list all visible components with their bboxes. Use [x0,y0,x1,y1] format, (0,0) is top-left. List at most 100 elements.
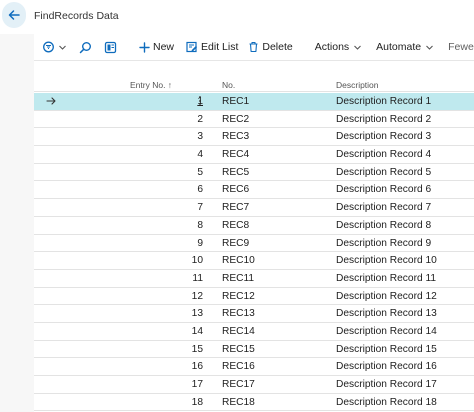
table-row[interactable]: 12 REC12 Description Record 12 [34,288,474,306]
no-cell: REC10 [222,255,255,267]
no-cell: REC14 [222,325,255,337]
entry-no-cell: 3 [197,131,203,143]
entry-no-cell: 5 [197,166,203,178]
table-row[interactable]: 1 REC1 Description Record 1 [34,93,474,111]
toolbar-divider [34,60,474,61]
description-cell: Description Record 3 [336,131,432,143]
no-cell: REC4 [222,149,250,161]
description-cell: Description Record 6 [336,184,432,196]
description-cell: Description Record 9 [336,237,432,249]
no-cell: REC11 [222,272,255,284]
description-cell: Description Record 13 [336,308,437,320]
search-icon [79,41,91,53]
table-row[interactable]: 10 REC10 Description Record 10 [34,252,474,270]
description-cell: Description Record 1 [336,96,432,107]
entry-no-cell: 16 [191,361,203,373]
description-cell: Description Record 17 [336,379,437,390]
automate-menu[interactable]: Automate [372,36,438,58]
no-cell: REC16 [222,361,255,373]
no-cell: REC7 [222,202,250,214]
no-cell: REC12 [222,290,255,302]
header-divider [34,91,474,92]
table-row[interactable]: 15 REC15 Description Record 15 [34,341,474,359]
table-row[interactable]: 9 REC9 Description Record 9 [34,235,474,253]
table-row[interactable]: 17 REC17 Description Record 17 [34,376,474,394]
back-arrow-icon [8,10,20,20]
chevron-down-icon [426,45,434,50]
description-cell: Description Record 11 [336,272,437,284]
automate-label: Automate [376,41,422,53]
entry-no-cell: 8 [197,219,203,231]
actions-label: Actions [314,41,350,53]
description-cell: Description Record 5 [336,166,432,178]
new-button-label: New [153,41,175,53]
entry-no-cell: 4 [197,149,203,161]
description-cell: Description Record 16 [336,361,437,373]
page-title: FindRecords Data [34,10,119,22]
table-row[interactable]: 4 REC4 Description Record 4 [34,146,474,164]
fewer-options-label: Fewer options [448,41,474,53]
no-cell: REC13 [222,308,255,320]
entry-no-cell: 15 [191,343,203,355]
table-row[interactable]: 5 REC5 Description Record 5 [34,164,474,182]
table-row[interactable]: 11 REC11 Description Record 11 [34,270,474,288]
column-header-entry-no[interactable]: Entry No. ↑ [130,80,172,90]
table-row[interactable]: 16 REC16 Description Record 16 [34,358,474,376]
no-cell: REC5 [222,166,250,178]
description-cell: Description Record 10 [336,255,437,267]
new-button[interactable]: New [135,36,178,58]
description-cell: Description Record 4 [336,149,432,161]
no-cell: REC18 [222,396,255,408]
entry-no-cell: 6 [197,184,203,196]
entry-no-cell: 9 [197,237,203,249]
plus-icon [139,41,150,53]
back-button[interactable] [2,2,26,28]
no-cell: REC8 [222,219,250,231]
layout-button[interactable] [100,36,121,58]
column-header-no[interactable]: No. [222,80,235,90]
no-cell: REC2 [222,113,250,125]
no-cell: REC9 [222,237,250,249]
entry-no-cell[interactable]: 1 [197,96,203,107]
table-row[interactable]: 2 REC2 Description Record 2 [34,111,474,129]
chevron-down-icon [59,45,66,50]
action-bar: New Edit List Delete Actions Automate Fe… [34,36,474,58]
entry-no-cell: 2 [197,113,203,125]
description-cell: Description Record 14 [336,325,437,337]
table-row[interactable]: 13 REC13 Description Record 13 [34,305,474,323]
edit-list-icon [186,41,198,53]
description-cell: Description Record 2 [336,113,432,125]
edit-list-button[interactable]: Edit List [182,36,242,58]
layout-icon [104,41,117,53]
actions-menu[interactable]: Actions [311,36,366,58]
entry-no-cell: 14 [191,325,203,337]
description-cell: Description Record 7 [336,202,432,214]
table-row[interactable]: 14 REC14 Description Record 14 [34,323,474,341]
entry-no-cell: 7 [197,202,203,214]
description-cell: Description Record 15 [336,343,437,355]
chevron-down-icon [354,45,362,50]
no-cell: REC3 [222,131,250,143]
filter-icon [43,41,54,53]
table-row[interactable]: 7 REC7 Description Record 7 [34,199,474,217]
search-button[interactable] [75,36,96,58]
table-row[interactable]: 6 REC6 Description Record 6 [34,181,474,200]
column-header-description[interactable]: Description [336,80,379,90]
table-row[interactable]: 3 REC3 Description Record 3 [34,128,474,147]
table-row[interactable]: 8 REC8 Description Record 8 [34,217,474,235]
row-arrow-icon [46,96,57,109]
no-cell: REC1 [222,96,250,107]
fewer-options-button[interactable]: Fewer options [444,36,474,58]
description-cell: Description Record 12 [336,290,437,302]
table-row[interactable]: 18 REC18 Description Record 18 [34,394,474,412]
entry-no-cell: 13 [191,308,203,320]
description-cell: Description Record 8 [336,219,432,231]
entry-no-cell: 18 [191,396,203,408]
records-list: 1 REC1 Description Record 1 2 REC2 Descriptio… [34,93,474,412]
entry-no-cell: 11 [192,272,203,284]
description-cell: Description Record 18 [336,396,437,408]
no-cell: REC6 [222,184,250,196]
delete-label: Delete [262,41,293,53]
filter-pane-button[interactable] [34,36,71,58]
delete-button[interactable]: Delete [244,36,296,58]
